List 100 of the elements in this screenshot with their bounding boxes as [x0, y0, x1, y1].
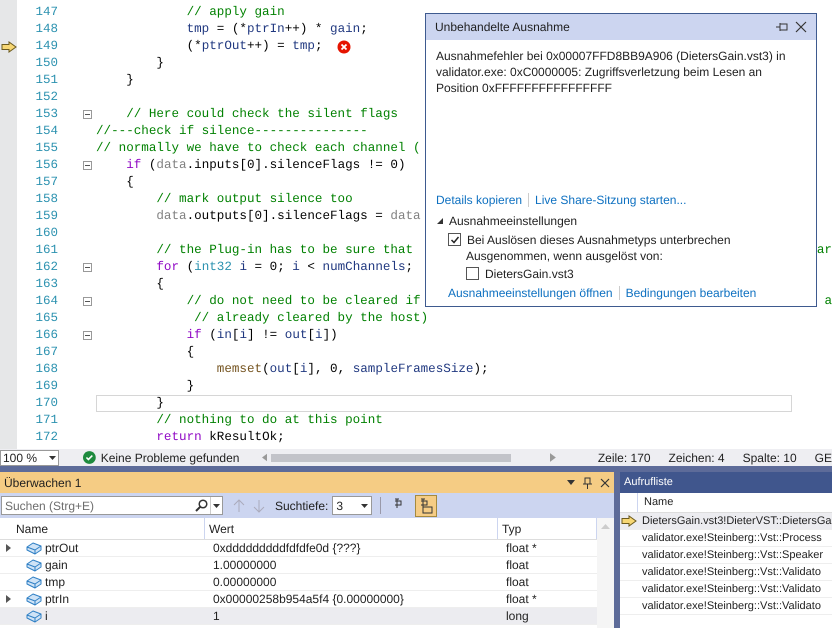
code-line: } [125, 72, 134, 89]
current-frame-icon [621, 515, 637, 527]
line-number: 164 [34, 293, 58, 310]
pin-icon[interactable] [775, 21, 789, 33]
checkbox[interactable] [448, 233, 461, 246]
code-line: } [186, 378, 194, 395]
code-line: // mark output silence too [155, 191, 353, 208]
search-box[interactable]: Suchen (Strg+E) [1, 496, 223, 515]
code-line: tmp = (*ptrIn++) * gain; [186, 21, 368, 38]
popup-link[interactable]: Ausnahmeeinstellungen öffnen [448, 284, 613, 302]
popup-link[interactable]: Details kopieren [436, 191, 522, 209]
checkbox-label: DietersGain.vst3 [485, 266, 574, 282]
caret-icon[interactable] [48, 456, 56, 460]
variable-type: long [505, 608, 530, 625]
caret-icon[interactable] [361, 504, 368, 508]
line-number: 152 [34, 89, 58, 106]
column-header[interactable]: Wert [205, 518, 498, 539]
code-line: // normally we have to check each channel ( [96, 140, 421, 157]
code-line: { [125, 174, 134, 191]
column-header[interactable]: Name [638, 493, 680, 512]
pin-icon[interactable] [583, 476, 592, 488]
variable-icon [26, 558, 42, 572]
line-number: 162 [34, 259, 58, 276]
line-number: 155 [34, 140, 58, 158]
code-line: { [186, 344, 194, 361]
variable-name: tmp [45, 574, 66, 591]
code-line: // do not need to be cleared if [186, 293, 421, 310]
variable-icon [26, 609, 42, 623]
dropdown-icon[interactable] [567, 480, 575, 485]
collapse-icon[interactable] [83, 161, 92, 170]
line-number: 161 [34, 242, 58, 260]
watch-row[interactable]: gain 1.00000000 float [0, 557, 597, 574]
call-stack-row[interactable]: DietersGain.vst3!DieterVST::DietersGa [620, 513, 832, 530]
frame-name: validator.exe!Steinberg::Vst::Validato [641, 582, 821, 597]
status-item: Zeile: 170 [598, 450, 651, 466]
call-stack-row[interactable]: validator.exe!Steinberg::Vst::Validato [620, 564, 832, 581]
code-line: } [155, 55, 164, 72]
search-field[interactable]: Suchen (Strg+E) [2, 496, 195, 514]
close-icon[interactable] [795, 21, 807, 33]
variable-name: ptrOut [45, 540, 78, 557]
vertical-scrollbar[interactable] [597, 518, 614, 628]
line-number: 168 [34, 361, 58, 378]
call-stack-row[interactable]: validator.exe!Steinberg::Vst::Speaker [620, 547, 832, 564]
line-number: 159 [34, 208, 58, 226]
expand-icon[interactable] [6, 595, 10, 603]
collapse-icon[interactable] [83, 297, 92, 306]
depth-label: Suchtiefe: [275, 498, 328, 514]
code-line: { [155, 276, 164, 293]
variable-type: float [505, 574, 530, 591]
call-stack-row[interactable]: validator.exe!Steinberg::Vst::Validato [620, 598, 832, 615]
code-line: if (in[i] != out[i]) [186, 327, 338, 344]
call-stack-row[interactable]: validator.exe!Steinberg::Vst::Process [620, 530, 832, 547]
status-item: Zeichen: 4 [668, 450, 725, 466]
expand-icon[interactable] [6, 544, 10, 552]
variable-type: float * [505, 591, 538, 608]
watch-row[interactable]: tmp 0.00000000 float [0, 574, 597, 591]
watch-row[interactable]: ptrOut 0xdddddddddfdfdfe0d {???} float * [0, 540, 597, 557]
frame-name: validator.exe!Steinberg::Vst::Validato [641, 564, 821, 580]
checkbox[interactable] [466, 267, 479, 280]
code-line: //---check if silence--------------- [96, 123, 368, 140]
error-icon [336, 40, 350, 54]
panel-title: Aufrufliste [624, 475, 673, 490]
line-number: 165 [34, 310, 58, 328]
line-number: 154 [34, 123, 58, 140]
popup-title: Unbehandelte Ausnahme [435, 19, 571, 36]
code-line: if (data.inputs[0].silenceFlags != 0) [125, 157, 406, 174]
line-number: 169 [34, 378, 58, 396]
variable-type: float [505, 557, 530, 574]
code-line: (*ptrOut++) = tmp; [186, 38, 322, 55]
section-label: Ausnahmeeinstellungen [449, 213, 578, 230]
collapse-icon[interactable] [83, 263, 92, 272]
line-number: 156 [34, 157, 58, 174]
line-number: 163 [34, 276, 58, 294]
variable-value: 0.00000000 [212, 574, 278, 591]
line-number: 150 [34, 55, 58, 72]
problems-status[interactable]: Keine Probleme gefunden [100, 449, 258, 466]
line-number: 167 [34, 344, 58, 362]
popup-link[interactable]: Bedingungen bearbeiten [626, 284, 756, 302]
zoom-dropdown[interactable]: 100 % [0, 450, 59, 466]
line-number: 160 [34, 225, 58, 242]
toolbar-toggle[interactable] [415, 494, 438, 516]
watch-row[interactable]: i 1 long [0, 608, 597, 625]
depth-dropdown[interactable]: 3 [332, 496, 372, 515]
line-number: 158 [34, 191, 58, 208]
code-line: ar [816, 242, 832, 260]
variable-icon [26, 592, 42, 606]
collapse-icon[interactable] [83, 110, 92, 119]
popup-link[interactable]: Live Share-Sitzung starten... [535, 191, 686, 209]
frame-name: validator.exe!Steinberg::Vst::Speaker [641, 548, 823, 563]
line-number: 157 [34, 174, 58, 192]
code-line: return kResultOk; [155, 429, 285, 446]
status-item: Spalte: 10 [742, 450, 797, 466]
frame-name: DietersGain.vst3!DieterVST::DietersGa [641, 514, 832, 529]
close-icon[interactable] [600, 478, 610, 488]
dropdown-icon[interactable] [213, 504, 220, 508]
call-stack-row[interactable]: validator.exe!Steinberg::Vst::Validato [620, 581, 832, 598]
search-icon[interactable] [195, 499, 208, 512]
column-header[interactable]: Name [12, 518, 205, 539]
collapse-icon[interactable] [83, 331, 92, 340]
code-line: for (int32 i = 0; i < numChannels; [155, 259, 414, 276]
